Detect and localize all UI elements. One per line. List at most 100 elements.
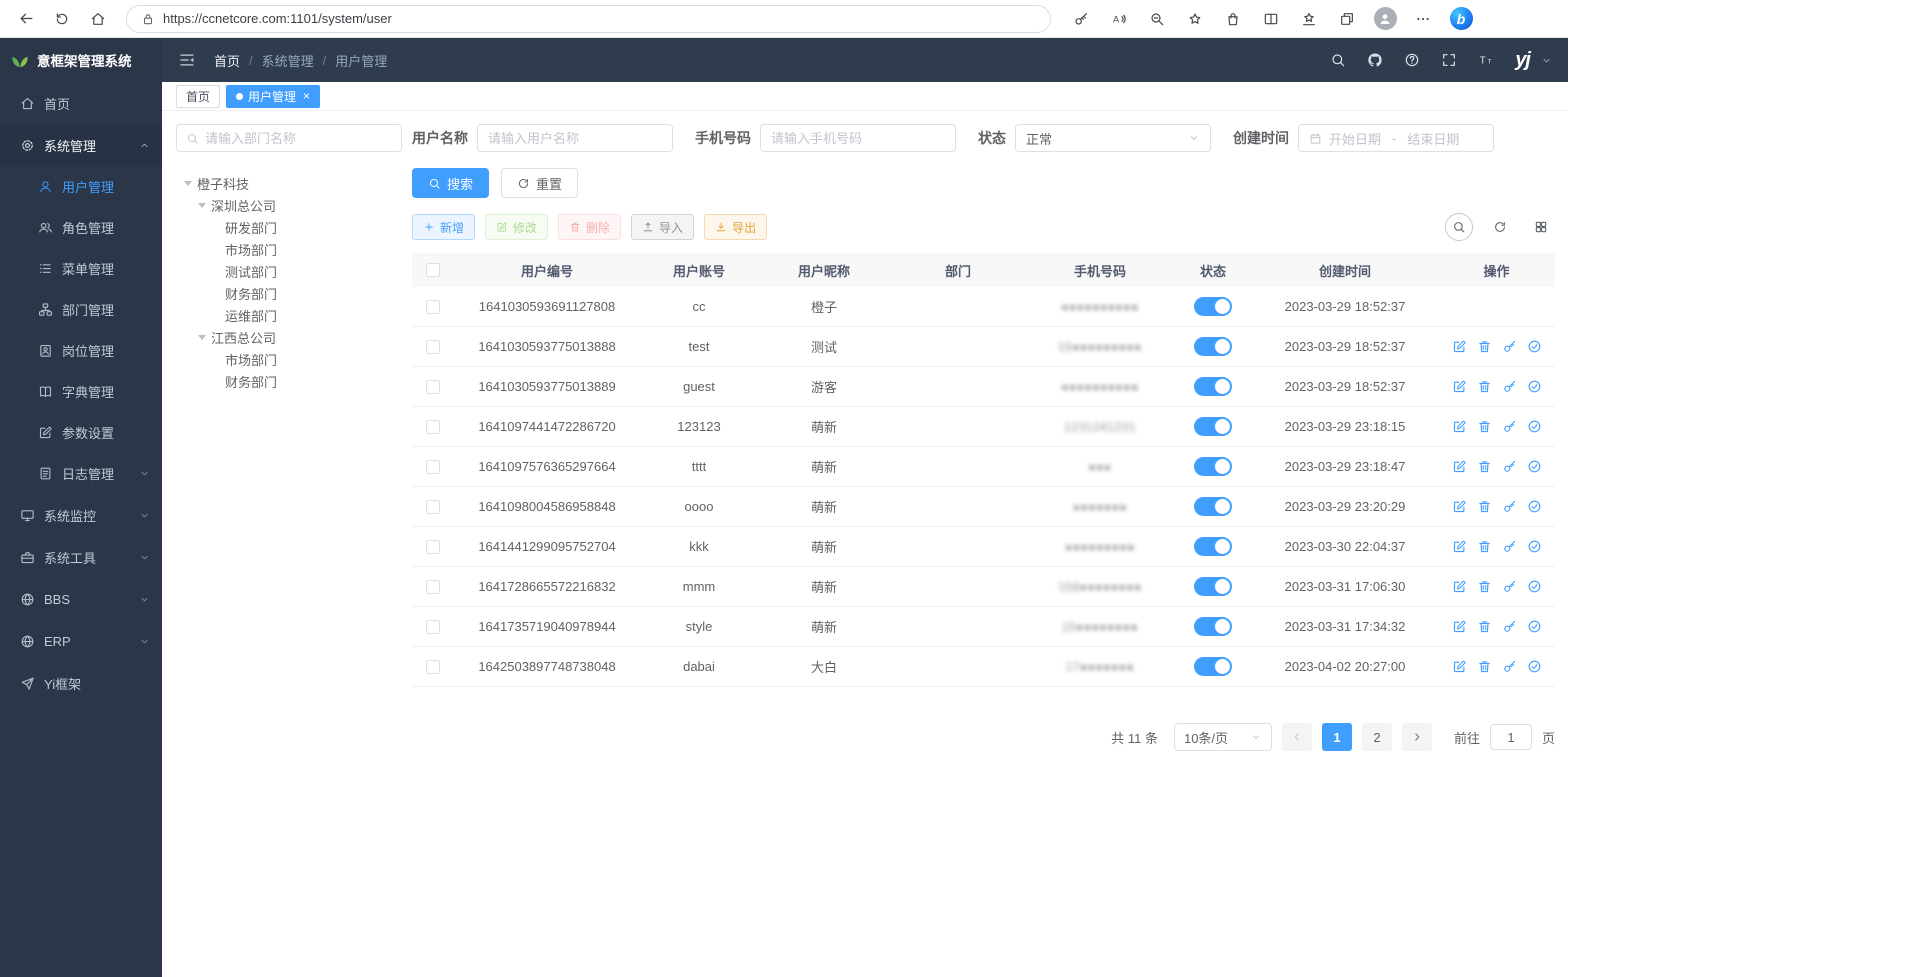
- sidebar-item-yi-framework[interactable]: Yi框架: [0, 662, 162, 704]
- assign-role-icon[interactable]: [1527, 459, 1542, 474]
- reset-password-icon[interactable]: [1502, 659, 1517, 674]
- row-checkbox[interactable]: [426, 300, 440, 314]
- assign-role-icon[interactable]: [1527, 659, 1542, 674]
- edit-action-icon[interactable]: [1452, 419, 1467, 434]
- reset-password-icon[interactable]: [1502, 619, 1517, 634]
- sidebar-item-param-settings[interactable]: 参数设置: [0, 412, 162, 453]
- tree-node-branch[interactable]: 江西总公司: [176, 326, 402, 348]
- reset-button[interactable]: 重置: [501, 168, 578, 198]
- font-size-icon[interactable]: [1478, 52, 1494, 68]
- collections-button[interactable]: [1331, 4, 1363, 34]
- delete-action-icon[interactable]: [1477, 419, 1492, 434]
- select-all-checkbox[interactable]: [426, 263, 440, 277]
- edit-action-icon[interactable]: [1452, 539, 1467, 554]
- sidebar-item-menu-mgmt[interactable]: 菜单管理: [0, 248, 162, 289]
- sidebar-item-dict-mgmt[interactable]: 字典管理: [0, 371, 162, 412]
- fold-menu-icon[interactable]: [178, 51, 196, 69]
- breadcrumb-item-home[interactable]: 首页: [214, 51, 240, 70]
- reset-password-icon[interactable]: [1502, 459, 1517, 474]
- delete-action-icon[interactable]: [1477, 659, 1492, 674]
- page-size-select[interactable]: 10条/页: [1174, 723, 1272, 751]
- column-settings-button[interactable]: [1527, 213, 1555, 241]
- hide-search-button[interactable]: [1445, 213, 1473, 241]
- search-button[interactable]: 搜索: [412, 168, 489, 198]
- split-screen-button[interactable]: [1255, 4, 1287, 34]
- edit-action-icon[interactable]: [1452, 659, 1467, 674]
- modify-button[interactable]: 修改: [485, 214, 548, 240]
- row-checkbox[interactable]: [426, 660, 440, 674]
- reset-password-icon[interactable]: [1502, 539, 1517, 554]
- row-checkbox[interactable]: [426, 620, 440, 634]
- tree-node-dept[interactable]: 运维部门: [176, 304, 402, 326]
- add-button[interactable]: 新增: [412, 214, 475, 240]
- row-checkbox[interactable]: [426, 380, 440, 394]
- edit-action-icon[interactable]: [1452, 499, 1467, 514]
- help-icon[interactable]: [1404, 52, 1420, 68]
- sidebar-item-dept-mgmt[interactable]: 部门管理: [0, 289, 162, 330]
- reset-password-icon[interactable]: [1502, 499, 1517, 514]
- delete-button[interactable]: 删除: [558, 214, 621, 240]
- prev-page-button[interactable]: [1282, 723, 1312, 751]
- add-favorite-button[interactable]: [1179, 4, 1211, 34]
- tree-expand-icon[interactable]: [198, 335, 206, 340]
- tree-node-dept[interactable]: 市场部门: [176, 238, 402, 260]
- assign-role-icon[interactable]: [1527, 339, 1542, 354]
- assign-role-icon[interactable]: [1527, 619, 1542, 634]
- tree-node-company[interactable]: 橙子科技: [176, 172, 402, 194]
- sidebar-item-system-mgmt[interactable]: 系统管理: [0, 124, 162, 166]
- edit-action-icon[interactable]: [1452, 579, 1467, 594]
- goto-page-input[interactable]: [1490, 724, 1532, 750]
- reset-password-icon[interactable]: [1502, 419, 1517, 434]
- assign-role-icon[interactable]: [1527, 579, 1542, 594]
- row-checkbox[interactable]: [426, 540, 440, 554]
- yj-logo[interactable]: yj: [1515, 50, 1530, 70]
- assign-role-icon[interactable]: [1527, 419, 1542, 434]
- sidebar-item-bbs[interactable]: BBS: [0, 578, 162, 620]
- status-select[interactable]: 正常: [1015, 124, 1211, 152]
- username-input[interactable]: [477, 124, 673, 152]
- delete-action-icon[interactable]: [1477, 619, 1492, 634]
- delete-action-icon[interactable]: [1477, 579, 1492, 594]
- assign-role-icon[interactable]: [1527, 379, 1542, 394]
- sidebar-item-post-mgmt[interactable]: 岗位管理: [0, 330, 162, 371]
- status-toggle[interactable]: [1194, 297, 1232, 316]
- status-toggle[interactable]: [1194, 337, 1232, 356]
- row-checkbox[interactable]: [426, 340, 440, 354]
- status-toggle[interactable]: [1194, 377, 1232, 396]
- tab-user-mgmt[interactable]: 用户管理 ×: [226, 85, 320, 108]
- page-button-2[interactable]: 2: [1362, 723, 1392, 751]
- assign-role-icon[interactable]: [1527, 539, 1542, 554]
- dept-search-input[interactable]: [205, 131, 392, 146]
- sidebar-item-system-monitor[interactable]: 系统监控: [0, 494, 162, 536]
- row-checkbox[interactable]: [426, 500, 440, 514]
- back-button[interactable]: [10, 4, 42, 34]
- phone-input[interactable]: [760, 124, 956, 152]
- tree-node-dept[interactable]: 市场部门: [176, 348, 402, 370]
- sidebar-item-erp[interactable]: ERP: [0, 620, 162, 662]
- edit-action-icon[interactable]: [1452, 619, 1467, 634]
- sidebar-item-home[interactable]: 首页: [0, 82, 162, 124]
- github-icon[interactable]: [1367, 52, 1383, 68]
- status-toggle[interactable]: [1194, 577, 1232, 596]
- profile-button[interactable]: [1369, 4, 1401, 34]
- tree-node-branch[interactable]: 深圳总公司: [176, 194, 402, 216]
- reset-password-icon[interactable]: [1502, 379, 1517, 394]
- home-button[interactable]: [82, 4, 114, 34]
- delete-action-icon[interactable]: [1477, 539, 1492, 554]
- favorites-bar-button[interactable]: [1293, 4, 1325, 34]
- refresh-button[interactable]: [46, 4, 78, 34]
- read-aloud-button[interactable]: [1103, 4, 1135, 34]
- import-button[interactable]: 导入: [631, 214, 694, 240]
- export-button[interactable]: 导出: [704, 214, 767, 240]
- sidebar-item-role-mgmt[interactable]: 角色管理: [0, 207, 162, 248]
- tree-node-dept[interactable]: 研发部门: [176, 216, 402, 238]
- edit-action-icon[interactable]: [1452, 459, 1467, 474]
- refresh-table-button[interactable]: [1486, 213, 1514, 241]
- zoom-button[interactable]: [1141, 4, 1173, 34]
- search-icon[interactable]: [1330, 52, 1346, 68]
- delete-action-icon[interactable]: [1477, 339, 1492, 354]
- shopping-button[interactable]: [1217, 4, 1249, 34]
- sidebar-item-log-mgmt[interactable]: 日志管理: [0, 453, 162, 494]
- delete-action-icon[interactable]: [1477, 459, 1492, 474]
- password-key-button[interactable]: [1065, 4, 1097, 34]
